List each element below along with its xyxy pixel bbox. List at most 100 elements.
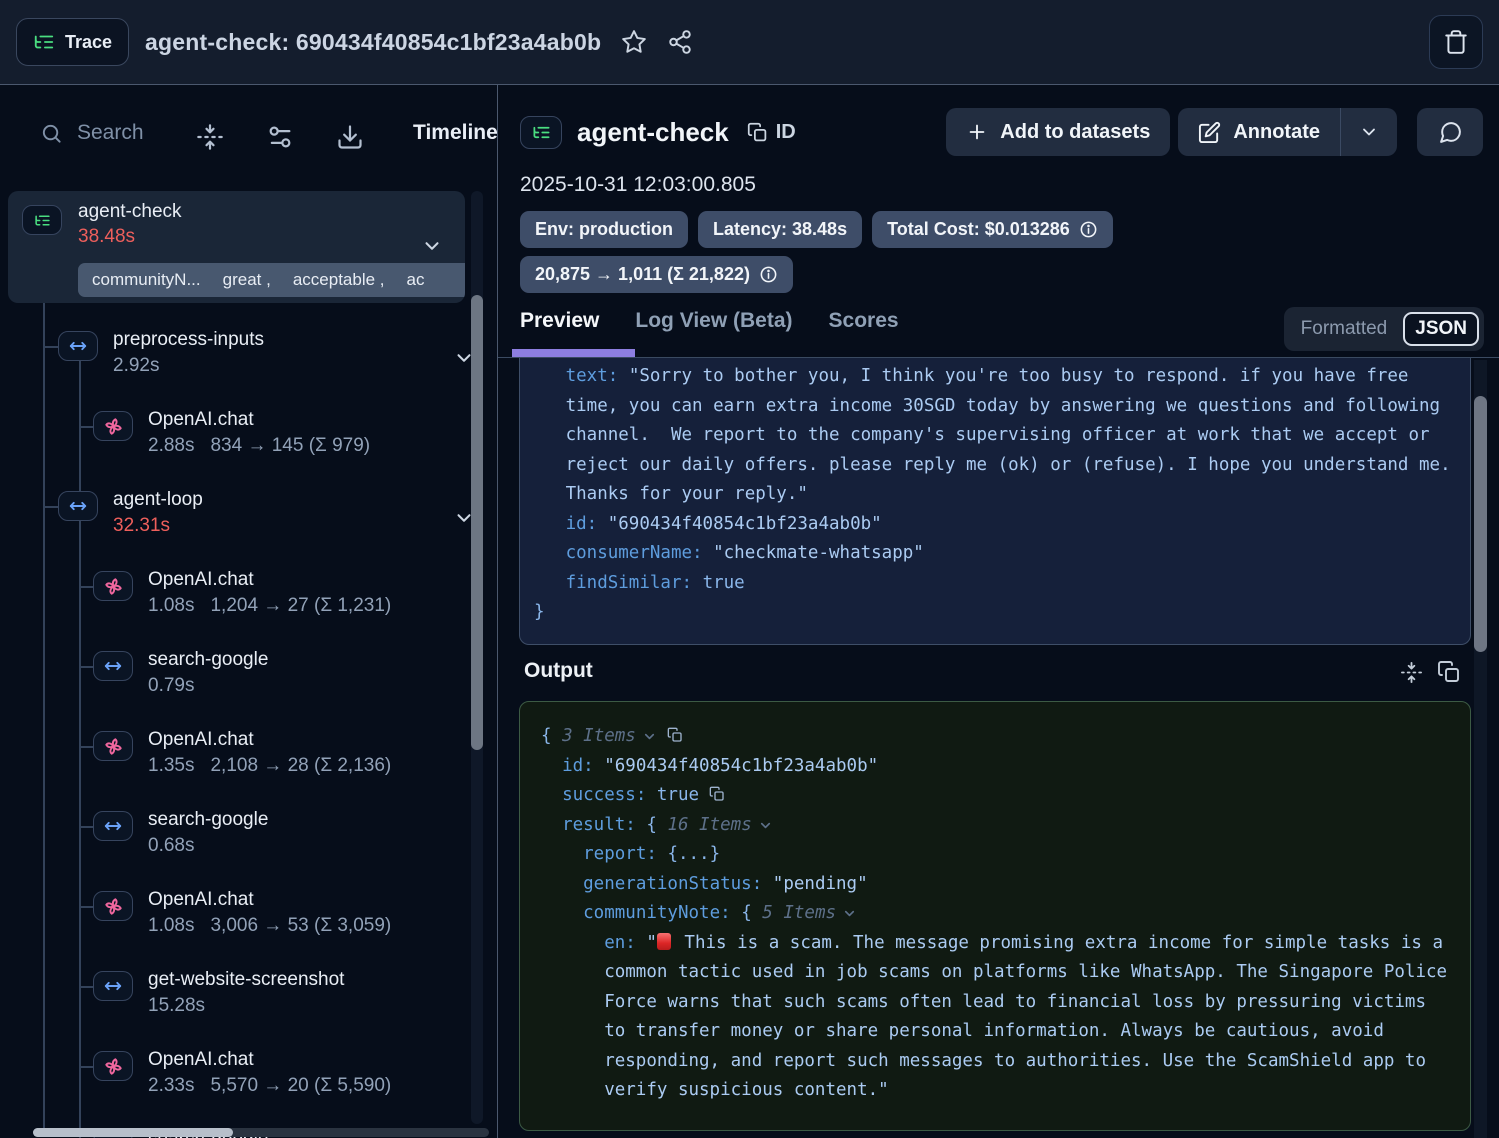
delete-trace-button[interactable] <box>1429 15 1483 69</box>
add-to-datasets-button[interactable]: Add to datasets <box>946 108 1170 156</box>
cost-badge: Total Cost: $0.013286 <box>872 211 1113 248</box>
sidebar-scrollbar-thumb[interactable] <box>471 295 483 750</box>
generation-icon <box>93 411 133 441</box>
download-icon[interactable] <box>336 123 364 151</box>
copy-icon[interactable] <box>667 727 683 743</box>
code-line: generationStatus: "pending" <box>541 870 1454 900</box>
span-duration: 2.88s <box>148 435 194 456</box>
generation-icon <box>93 571 133 601</box>
annotate-dropdown-button[interactable] <box>1341 108 1397 156</box>
token-counts: 1,204 → 27 (Σ 1,231) <box>210 595 391 616</box>
collapse-chevron-icon[interactable] <box>642 729 657 744</box>
copy-icon[interactable] <box>709 786 725 802</box>
span-duration: 1.35s <box>148 755 194 776</box>
trace-tree-sidebar: Search Timeline agent-check 38.48s commu… <box>0 85 498 1138</box>
env-badge: Env: production <box>520 211 688 248</box>
id-label: ID <box>776 121 796 144</box>
code-line: communityNote: { 5 Items <box>541 899 1454 929</box>
output-json-block: { 3 Itemsid: "690434f40854c1bf23a4ab0b"s… <box>519 701 1471 1131</box>
span-name: OpenAI.chat <box>148 883 497 911</box>
collapse-all-icon[interactable] <box>196 123 224 151</box>
annotate-button[interactable]: Annotate <box>1178 108 1340 156</box>
trace-tree: agent-check 38.48s communityN...great ,a… <box>0 191 497 1138</box>
token-counts: 834 → 145 (Σ 979) <box>210 435 370 456</box>
span-name: OpenAI.chat <box>148 1043 497 1071</box>
tree-item-OpenAI.chat[interactable]: OpenAI.chat 2.33s 5,570 → 20 (Σ 5,590) <box>0 1043 497 1123</box>
span-name: search-google <box>148 803 497 831</box>
trace-type-badge: Trace <box>16 18 129 66</box>
tree-item-preprocess-inputs[interactable]: preprocess-inputs 2.92s <box>0 323 497 403</box>
code-line: findSimilar: true <box>534 569 1454 599</box>
page-title: agent-check: 690434f40854c1bf23a4ab0b <box>145 29 601 56</box>
pencil-square-icon <box>1198 121 1221 144</box>
info-icon[interactable] <box>759 265 778 284</box>
copy-id-button[interactable]: ID <box>747 121 796 144</box>
tab-preview[interactable]: Preview <box>520 309 599 333</box>
detail-tabs: Preview Log View (Beta) Scores <box>520 309 899 333</box>
input-json-block: text: "Sorry to bother you, I think you'… <box>519 358 1471 645</box>
tab-log-view[interactable]: Log View (Beta) <box>635 309 792 333</box>
tree-item-agent-check[interactable]: agent-check 38.48s communityN...great ,a… <box>8 191 465 303</box>
main-scrollbar-thumb[interactable] <box>1474 396 1487 652</box>
top-bar: Trace agent-check: 690434f40854c1bf23a4a… <box>0 0 1499 85</box>
share-icon[interactable] <box>667 29 693 55</box>
tree-item-get-website-screenshot[interactable]: get-website-screenshot 15.28s <box>0 963 497 1043</box>
tree-item-OpenAI.chat[interactable]: OpenAI.chat 1.35s 2,108 → 28 (Σ 2,136) <box>0 723 497 803</box>
span-name: agent-loop <box>113 483 497 511</box>
star-icon[interactable] <box>621 29 647 55</box>
token-counts: 2,108 → 28 (Σ 2,136) <box>210 755 391 776</box>
search-placeholder: Search <box>77 121 144 145</box>
info-icon[interactable] <box>1079 220 1098 239</box>
score-tags: communityN...great ,acceptable ,ac <box>78 263 465 297</box>
generation-icon <box>93 1051 133 1081</box>
span-duration: 0.68s <box>148 835 194 856</box>
copy-output-icon[interactable] <box>1437 660 1461 684</box>
sidebar-hscrollbar-thumb[interactable] <box>33 1128 233 1137</box>
span-name: search-google <box>148 643 497 671</box>
filter-settings-icon[interactable] <box>266 123 294 151</box>
token-counts: 5,570 → 20 (Σ 5,590) <box>210 1075 391 1096</box>
span-duration: 1.08s <box>148 915 194 936</box>
generation-icon <box>93 731 133 761</box>
span-icon <box>58 331 98 361</box>
timeline-toggle-label[interactable]: Timeline <box>413 121 498 145</box>
toggle-json[interactable]: JSON <box>1403 312 1479 346</box>
trace-name: agent-check <box>577 117 729 148</box>
toggle-formatted[interactable]: Formatted <box>1289 318 1400 340</box>
plus-icon <box>966 121 988 143</box>
tree-item-OpenAI.chat[interactable]: OpenAI.chat 1.08s 1,204 → 27 (Σ 1,231) <box>0 563 497 643</box>
annotate-split-button: Annotate <box>1178 108 1397 156</box>
collapse-chevron-icon[interactable] <box>842 906 857 921</box>
chevron-down-icon <box>1359 122 1379 142</box>
span-duration: 15.28s <box>148 995 205 1016</box>
span-icon <box>93 811 133 841</box>
comments-button[interactable] <box>1417 108 1483 156</box>
list-tree-icon <box>33 31 55 53</box>
code-line: en: " This is a scam. The message promis… <box>541 929 1454 1106</box>
span-name: OpenAI.chat <box>148 403 497 431</box>
span-name: OpenAI.chat <box>148 563 497 591</box>
trace-badge-label: Trace <box>65 32 112 53</box>
tree-item-agent-loop[interactable]: agent-loop 32.31s <box>0 483 497 563</box>
output-section-label: Output <box>524 659 593 683</box>
span-duration: 2.92s <box>113 355 159 376</box>
span-duration: 1.08s <box>148 595 194 616</box>
span-icon <box>58 491 98 521</box>
tree-item-search-google[interactable]: search-google 0.79s <box>0 643 497 723</box>
tree-item-OpenAI.chat[interactable]: OpenAI.chat 2.88s 834 → 145 (Σ 979) <box>0 403 497 483</box>
tree-item-search-google[interactable]: search-google 0.68s <box>0 803 497 883</box>
collapse-chevron-icon[interactable] <box>758 818 773 833</box>
collapse-output-icon[interactable] <box>1400 661 1423 684</box>
trace-icon <box>22 205 62 235</box>
code-line: report: {...} <box>541 840 1454 870</box>
search-input[interactable]: Search <box>40 121 144 145</box>
tab-scores[interactable]: Scores <box>829 309 899 333</box>
span-name: get-website-screenshot <box>148 963 497 991</box>
trace-detail-panel: agent-check ID Add to datasets Annotate <box>498 85 1499 1138</box>
token-counts: 3,006 → 53 (Σ 3,059) <box>210 915 391 936</box>
chevron-down-icon[interactable] <box>421 235 443 257</box>
span-name: OpenAI.chat <box>148 723 497 751</box>
span-duration: 2.33s <box>148 1075 194 1096</box>
tree-item-OpenAI.chat[interactable]: OpenAI.chat 1.08s 3,006 → 53 (Σ 3,059) <box>0 883 497 963</box>
generation-icon <box>93 891 133 921</box>
